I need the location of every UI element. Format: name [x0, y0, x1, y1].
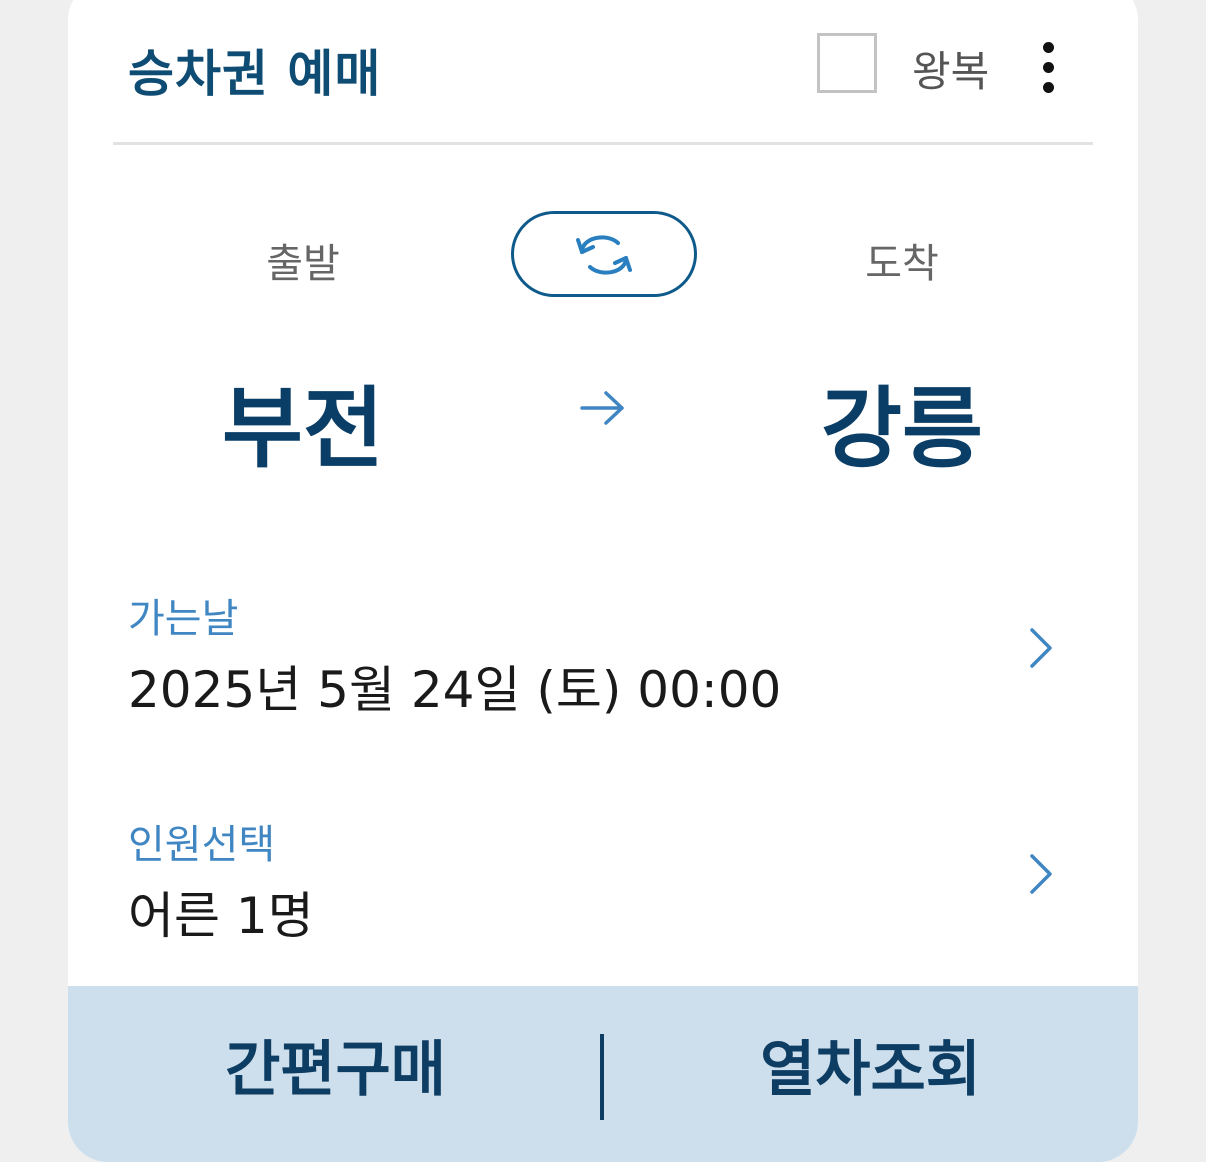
passenger-value: 어른 1명: [128, 887, 314, 945]
departure-date-value: 2025년 5월 24일 (토) 00:00: [128, 661, 782, 719]
ticket-booking-card: 승차권 예매 왕복 출발 도착 부전 강릉 가는날 2025년 5월 24일 (…: [68, 0, 1138, 1162]
arrival-heading: 도착: [865, 241, 939, 287]
roundtrip-checkbox[interactable]: [817, 33, 877, 93]
arrival-station[interactable]: 강릉: [752, 358, 1052, 485]
departure-station[interactable]: 부전: [153, 358, 453, 485]
departure-date-field[interactable]: 가는날 2025년 5월 24일 (토) 00:00: [128, 586, 1088, 719]
departure-heading: 출발: [266, 241, 340, 287]
train-search-button[interactable]: 열차조회: [603, 986, 1138, 1142]
arrow-right-icon: [580, 391, 624, 425]
swap-stations-button[interactable]: [511, 211, 697, 297]
chevron-right-icon: [1030, 854, 1052, 894]
page-title: 승차권 예매: [128, 45, 382, 103]
passenger-label: 인원선택: [128, 822, 276, 868]
more-vertical-icon[interactable]: [1034, 42, 1064, 93]
swap-icon: [576, 235, 632, 275]
action-footer: 간편구매 열차조회: [68, 986, 1138, 1162]
departure-date-label: 가는날: [128, 596, 239, 642]
header-divider: [113, 142, 1093, 145]
chevron-right-icon: [1030, 628, 1052, 668]
quick-purchase-button[interactable]: 간편구매: [68, 986, 603, 1142]
passenger-field[interactable]: 인원선택 어른 1명: [128, 812, 1088, 945]
card-header: 승차권 예매 왕복: [68, 0, 1138, 144]
roundtrip-label[interactable]: 왕복: [912, 38, 989, 99]
